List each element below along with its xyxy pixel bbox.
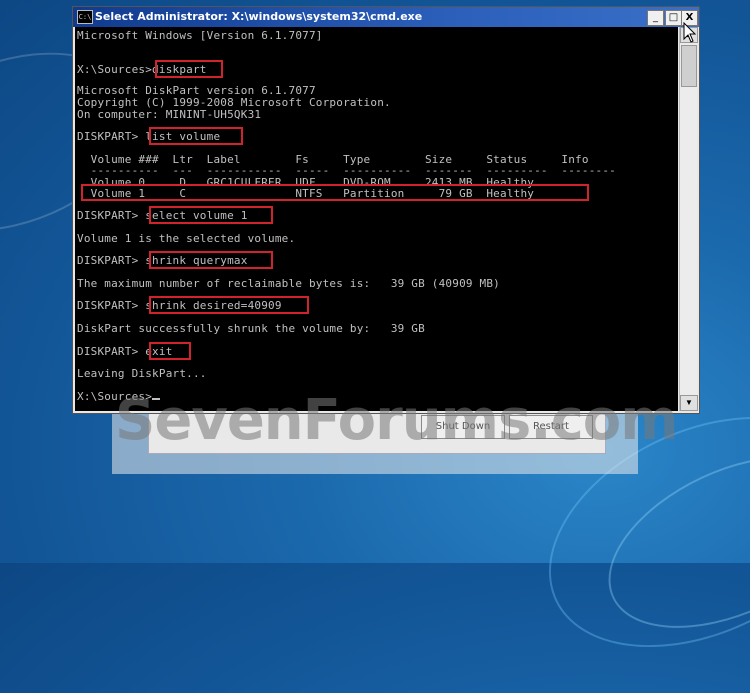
scrollbar-thumb[interactable] bbox=[681, 45, 697, 87]
console-line: DiskPart successfully shrunk the volume … bbox=[77, 322, 425, 335]
highlight-box-list-volume bbox=[149, 127, 243, 145]
minimize-button[interactable]: _ bbox=[647, 10, 664, 26]
window-title: Select Administrator: X:\windows\system3… bbox=[95, 10, 423, 23]
console-line: Volume 1 is the selected volume. bbox=[77, 232, 296, 245]
highlight-box-diskpart bbox=[155, 60, 223, 78]
console-line: Microsoft Windows [Version 6.1.7077] bbox=[77, 29, 323, 42]
highlight-box-shrink-querymax bbox=[149, 251, 273, 269]
scroll-down-arrow-icon[interactable]: ▼ bbox=[680, 395, 698, 411]
console-line: Leaving DiskPart... bbox=[77, 367, 207, 380]
cmd-icon[interactable]: C:\ bbox=[77, 10, 93, 24]
title-bar[interactable]: C:\ Select Administrator: X:\windows\sys… bbox=[73, 7, 699, 27]
highlight-box-volume-1 bbox=[81, 184, 589, 201]
console-line: The maximum number of reclaimable bytes … bbox=[77, 277, 500, 290]
watermark: SevenForums.com bbox=[115, 388, 679, 453]
cmd-window: C:\ Select Administrator: X:\windows\sys… bbox=[72, 6, 700, 414]
console-line: On computer: MININT-UH5QK31 bbox=[77, 108, 262, 121]
highlight-box-exit bbox=[149, 342, 191, 360]
vertical-scrollbar[interactable]: ▲ ▼ bbox=[679, 27, 698, 411]
mouse-pointer-icon bbox=[683, 22, 697, 43]
console-output[interactable]: Microsoft Windows [Version 6.1.7077] X:\… bbox=[75, 27, 678, 411]
maximize-button[interactable]: □ bbox=[665, 10, 682, 26]
highlight-box-shrink-desired bbox=[149, 296, 309, 314]
highlight-box-select-volume bbox=[149, 206, 273, 224]
